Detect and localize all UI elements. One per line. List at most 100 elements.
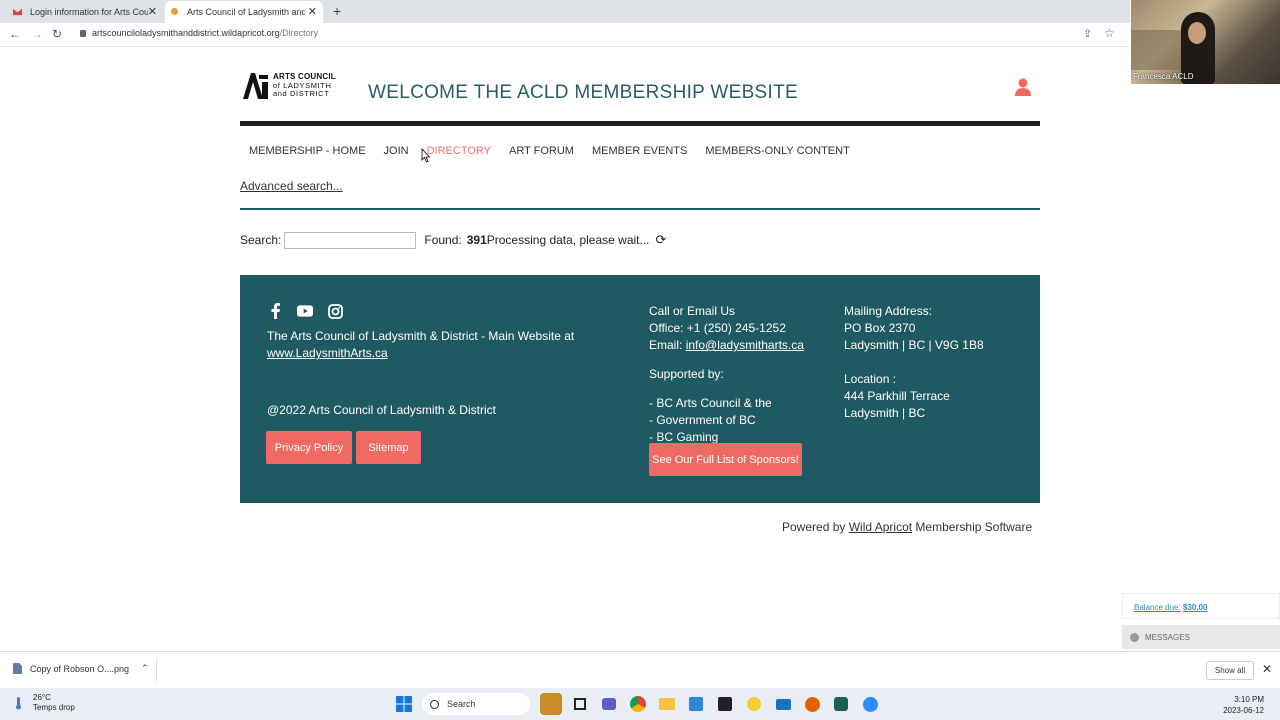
windows-start-icon[interactable] <box>393 693 415 715</box>
video-face <box>1188 22 1206 44</box>
url-field[interactable]: artscounciloladysmithanddistrict.wildapr… <box>80 28 318 38</box>
user-icon[interactable] <box>1015 78 1031 96</box>
download-item[interactable]: Copy of Robson O....png ⌃ <box>12 663 149 674</box>
show-all-button[interactable]: Show all <box>1206 661 1254 680</box>
supporter-item: - BC Arts Council & the <box>649 396 772 410</box>
chrome-icon[interactable] <box>627 693 649 715</box>
calendar-icon[interactable] <box>685 693 707 715</box>
norton-icon[interactable] <box>743 693 765 715</box>
system-clock[interactable]: 3:10 PM 2023-06-12 <box>1222 694 1264 716</box>
participant-name: Francesca ACLD <box>1133 72 1194 81</box>
briefcase-icon[interactable] <box>540 693 562 715</box>
downloads-bar: Copy of Robson O....png ⌃ Show all ✕ <box>0 651 1280 688</box>
teams-chat-icon[interactable] <box>598 693 620 715</box>
mouse-cursor-icon <box>421 148 430 163</box>
close-icon[interactable]: ✕ <box>1262 662 1272 676</box>
weather-widget[interactable]: 26°C Temps drop <box>12 693 75 713</box>
forward-icon[interactable]: → <box>31 27 43 41</box>
section-divider <box>240 208 1040 210</box>
firefox-icon[interactable] <box>801 693 823 715</box>
taskbar-apps: Search <box>393 693 888 715</box>
processing-status: Processing data, please wait... <box>486 233 650 247</box>
tab-title: Login information for Arts Counc <box>30 7 148 17</box>
weather-text: Temps drop <box>33 703 75 712</box>
close-icon[interactable]: ✕ <box>308 5 317 18</box>
share-icon[interactable]: ⇪ <box>1083 27 1092 40</box>
logo-mark-icon <box>243 73 268 99</box>
privacy-policy-button[interactable]: Privacy Policy <box>266 431 352 464</box>
found-count: 391 <box>466 233 487 247</box>
email-link[interactable]: info@ladysmitharts.ca <box>686 338 804 352</box>
site-footer: The Arts Council of Ladysmith & District… <box>240 275 1040 503</box>
footer-contact: Call or Email Us Office: +1 (250) 245-12… <box>649 303 804 446</box>
balance-amount: $30.00 <box>1182 603 1208 612</box>
bookmark-star-icon[interactable]: ☆ <box>1104 26 1115 40</box>
logo-text-line2: of LADYSMITH and DISTRICT <box>273 81 332 98</box>
back-icon[interactable]: ← <box>9 27 21 41</box>
main-site-link[interactable]: www.LadysmithArts.ca <box>267 346 388 360</box>
chevron-up-icon[interactable]: ⌃ <box>141 663 149 674</box>
location-line: Ladysmith | BC <box>844 406 926 420</box>
footer-address: Mailing Address: PO Box 2370 Ladysmith |… <box>844 303 984 422</box>
reload-icon[interactable]: ↻ <box>52 27 62 41</box>
refresh-icon[interactable]: ⟳ <box>656 232 667 248</box>
temperature: 26°C <box>33 693 51 702</box>
sponsors-button[interactable]: See Our Full List of Sponsors! <box>649 443 802 476</box>
download-filename: Copy of Robson O....png <box>30 663 130 674</box>
temperature-icon <box>16 697 21 710</box>
notion-icon[interactable] <box>714 693 736 715</box>
contact-heading: Call or Email Us <box>649 304 736 318</box>
facebook-icon[interactable] <box>267 303 283 319</box>
menu-item-member-events[interactable]: MEMBER EVENTS <box>592 145 687 157</box>
divider <box>156 659 157 683</box>
copyright-text: @2022 Arts Council of Ladysmith & Distri… <box>267 403 496 417</box>
advanced-search-link[interactable]: Advanced search... <box>240 179 343 193</box>
app-icon[interactable] <box>830 693 852 715</box>
office-phone: Office: +1 (250) 245-1252 <box>649 321 786 335</box>
page-title: WELCOME THE ACLD MEMBERSHIP WEBSITE <box>368 82 798 103</box>
mail-icon[interactable] <box>772 693 794 715</box>
mailing-heading: Mailing Address: <box>844 304 933 318</box>
taskbar-search[interactable]: Search <box>422 693 530 715</box>
header-divider <box>240 121 1040 126</box>
sitemap-button[interactable]: Sitemap <box>356 431 421 464</box>
file-icon <box>13 663 22 674</box>
powered-by: Powered by Wild Apricot Membership Softw… <box>782 520 1033 534</box>
menu-item-membership-home[interactable]: MEMBERSHIP - HOME <box>249 145 366 157</box>
clock-time: 3:10 PM <box>1234 695 1264 704</box>
balance-widget[interactable]: Balance due: $30.00 <box>1122 593 1280 619</box>
main-menu: MEMBERSHIP - HOME JOIN DIRECTORY ART FOR… <box>249 145 868 157</box>
social-links <box>267 303 357 319</box>
found-label: Found: <box>424 233 462 247</box>
email-label: Email: <box>649 338 683 352</box>
site-logo[interactable]: ARTS COUNCIL of LADYSMITH and DISTRICT <box>242 72 338 102</box>
close-icon[interactable]: ✕ <box>148 5 157 18</box>
instagram-icon[interactable] <box>327 303 343 319</box>
gmail-icon <box>13 8 22 16</box>
file-explorer-icon[interactable] <box>656 693 678 715</box>
menu-item-art-forum[interactable]: ART FORUM <box>509 145 574 157</box>
zoom-icon[interactable] <box>859 693 881 715</box>
menu-item-members-only[interactable]: MEMBERS-ONLY CONTENT <box>705 145 849 157</box>
search-label: Search: <box>240 233 282 247</box>
task-view-icon[interactable] <box>569 693 591 715</box>
mailing-line: PO Box 2370 <box>844 321 916 335</box>
footer-main-site: The Arts Council of Ladysmith & District… <box>267 329 575 360</box>
clock-date: 2023-06-12 <box>1223 706 1264 715</box>
wild-apricot-link[interactable]: Wild Apricot <box>849 520 912 534</box>
supported-heading: Supported by: <box>649 367 724 381</box>
messages-bar[interactable]: MESSAGES <box>1122 625 1280 649</box>
directory-search-row: Search: Found: 391 Processing data, plea… <box>240 231 666 249</box>
search-input[interactable] <box>284 231 417 249</box>
new-tab-icon[interactable]: + <box>333 3 341 19</box>
location-heading: Location : <box>844 372 897 386</box>
tab-arts-council[interactable]: Arts Council of Ladysmith and Di ✕ <box>165 1 323 23</box>
mailing-line: Ladysmith | BC | V9G 1B8 <box>844 338 984 352</box>
menu-item-join[interactable]: JOIN <box>384 145 409 157</box>
menu-item-directory[interactable]: DIRECTORY <box>427 145 491 157</box>
info-icon <box>1130 632 1139 642</box>
youtube-icon[interactable] <box>297 303 313 319</box>
windows-taskbar: 26°C Temps drop Search 3:10 PM 2023-06-1… <box>0 688 1280 720</box>
tab-gmail[interactable]: Login information for Arts Counc ✕ <box>8 1 163 23</box>
logo-text-line1: ARTS COUNCIL <box>273 72 336 81</box>
